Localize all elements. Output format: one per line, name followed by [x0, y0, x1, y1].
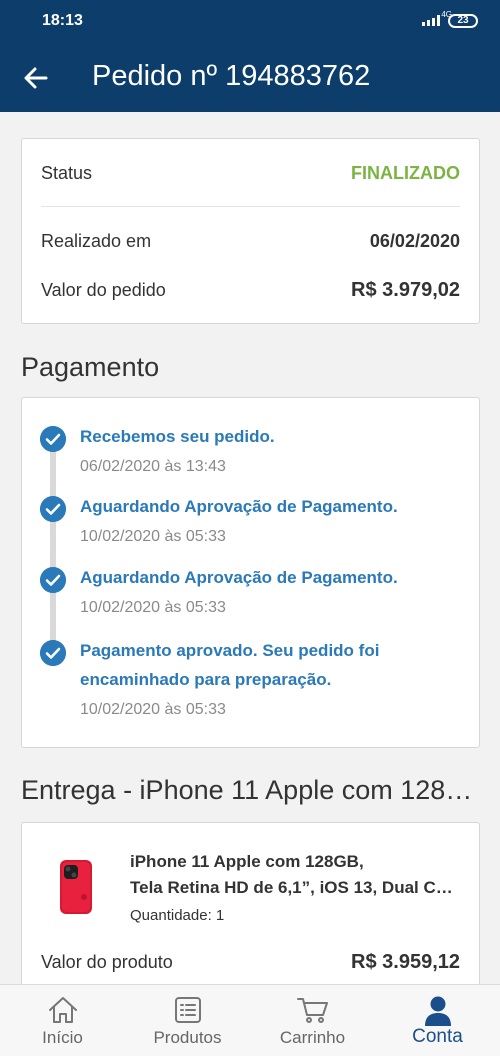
user-icon	[424, 996, 451, 1026]
step-date: 10/02/2020 às 05:33	[80, 701, 226, 718]
nav-label: Carrinho	[279, 1028, 346, 1047]
divider	[41, 206, 460, 207]
check-circle-icon	[40, 567, 66, 593]
nav-label: Início	[42, 1028, 83, 1047]
date-value: 06/02/2020	[369, 231, 460, 251]
product-name: iPhone 11 Apple com 128GB, Tela Retina H…	[130, 849, 460, 901]
delivery-product-card[interactable]: iPhone 11 Apple com 128GB, Tela Retina H…	[21, 822, 480, 997]
step-label: Aguardando Aprovação de Pagamento.	[80, 568, 398, 587]
price-value: R$ 3.959,12	[351, 951, 460, 973]
payment-section-title: Pagamento	[21, 352, 160, 382]
total-row: Valor do pedido R$ 3.979,02	[41, 279, 460, 302]
step-label: Recebemos seu pedido.	[80, 427, 275, 446]
step-label-line: Pagamento aprovado. Seu pedido foi	[80, 641, 380, 660]
check-circle-icon	[40, 496, 66, 522]
cart-icon	[296, 998, 328, 1023]
status-bar: 18:13 4G 23	[0, 0, 500, 42]
nav-conta[interactable]: Conta	[375, 985, 500, 1056]
step-date: 10/02/2020 às 05:33	[80, 599, 226, 616]
delivery-section-title: Entrega - iPhone 11 Apple com 128GB	[21, 775, 481, 805]
step-date: 06/02/2020 às 13:43	[80, 458, 226, 475]
nav-inicio[interactable]: Início	[0, 985, 125, 1056]
status-label: Status	[41, 163, 93, 183]
step-label: Aguardando Aprovação de Pagamento.	[80, 497, 398, 516]
list-icon	[174, 997, 201, 1023]
product-quantity: Quantidade: 1	[130, 907, 225, 924]
step-label-line: encaminhado para preparação.	[80, 670, 332, 689]
step-date: 10/02/2020 às 05:33	[80, 528, 226, 545]
nav-produtos[interactable]: Produtos	[125, 985, 250, 1056]
payment-timeline-card: Recebemos seu pedido. 06/02/2020 às 13:4…	[21, 397, 480, 748]
timeline-line	[50, 438, 56, 654]
status-time: 18:13	[42, 12, 83, 29]
bottom-navigation: Início Produtos Carrinho Conta	[0, 984, 500, 1056]
battery-icon: 23	[448, 14, 478, 28]
total-label: Valor do pedido	[41, 280, 166, 300]
product-name-line: iPhone 11 Apple com 128GB,	[130, 852, 364, 871]
signal-icon	[422, 14, 440, 26]
date-row: Realizado em 06/02/2020	[41, 231, 460, 252]
product-price-row: Valor do produto R$ 3.959,12	[41, 951, 460, 974]
total-value: R$ 3.979,02	[351, 279, 460, 301]
status-badge: FINALIZADO	[351, 163, 460, 183]
nav-carrinho[interactable]: Carrinho	[250, 985, 375, 1056]
arrow-left-icon[interactable]	[20, 62, 52, 94]
nav-label: Conta	[412, 1026, 463, 1047]
order-summary-card: Status FINALIZADO Realizado em 06/02/202…	[21, 138, 480, 324]
check-circle-icon	[40, 426, 66, 452]
step-label: Pagamento aprovado. Seu pedido foi encam…	[80, 636, 460, 694]
product-name-line: Tela Retina HD de 6,1”, iOS 13, Dual Câm…	[130, 878, 460, 897]
home-icon	[48, 997, 77, 1023]
page-title: Pedido nº 194883762	[92, 60, 371, 92]
app-bar: Pedido nº 194883762	[0, 42, 500, 112]
date-label: Realizado em	[41, 231, 152, 251]
status-row: Status FINALIZADO	[41, 163, 460, 184]
nav-label: Produtos	[153, 1028, 222, 1047]
price-label: Valor do produto	[41, 952, 173, 972]
check-circle-icon	[40, 640, 66, 666]
product-image	[60, 860, 92, 914]
